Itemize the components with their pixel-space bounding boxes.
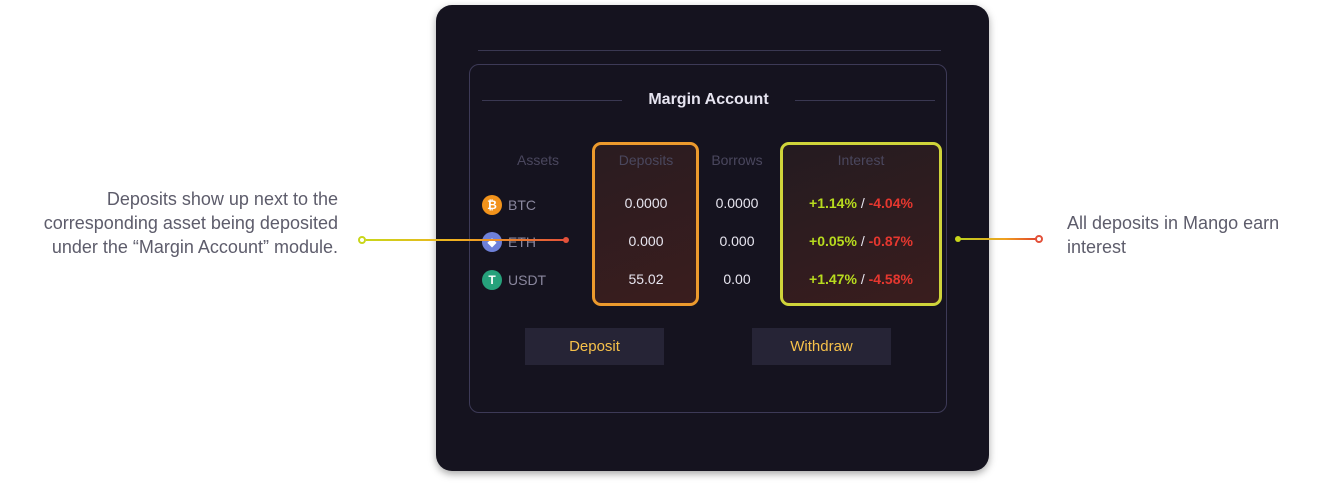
interest-separator: / <box>860 271 865 287</box>
title-rule-left <box>482 100 622 101</box>
deposit-value: 0.000 <box>628 233 664 249</box>
bitcoin-icon: ₿ <box>482 195 502 215</box>
asset-name: USDT <box>508 272 547 288</box>
column-header-interest: Interest <box>837 152 885 168</box>
asset-row-usdt: T USDT <box>482 268 546 292</box>
interest-callout-connector <box>957 238 1037 240</box>
deposit-value: 55.02 <box>628 271 664 287</box>
deposit-button[interactable]: Deposit <box>525 328 664 365</box>
interest-value: +1.14% / -4.04% <box>783 195 939 211</box>
title-rule-right <box>795 100 935 101</box>
interest-separator: / <box>860 233 865 249</box>
connector-start-dot <box>955 236 961 242</box>
interest-negative: -4.58% <box>868 271 913 287</box>
borrow-value: 0.000 <box>719 233 755 249</box>
interest-positive: +1.47% <box>809 271 857 287</box>
deposit-value: 0.0000 <box>624 195 668 211</box>
ethereum-icon: ◆ <box>482 232 502 252</box>
asset-name: ETH <box>508 234 536 250</box>
borrow-value: 0.0000 <box>715 195 759 211</box>
withdraw-button[interactable]: Withdraw <box>752 328 891 365</box>
asset-name: BTC <box>508 197 536 213</box>
deposits-callout-connector <box>366 239 566 241</box>
interest-callout-text: All deposits in Mango earn interest <box>1067 213 1280 257</box>
asset-row-btc: ₿ BTC <box>482 193 536 217</box>
connector-end-dot <box>1035 235 1043 243</box>
tutorial-slide: Deposits show up next to the correspondi… <box>0 0 1328 487</box>
interest-value: +0.05% / -0.87% <box>783 233 939 249</box>
interest-positive: +1.14% <box>809 195 857 211</box>
connector-start-dot <box>358 236 366 244</box>
interest-negative: -4.04% <box>868 195 913 211</box>
connector-end-dot <box>563 237 569 243</box>
card-divider <box>478 50 941 51</box>
column-header-deposits: Deposits <box>618 152 674 168</box>
deposits-callout-text: Deposits show up next to the correspondi… <box>43 189 338 257</box>
column-header-assets: Assets <box>516 152 559 168</box>
interest-separator: / <box>860 195 865 211</box>
interest-negative: -0.87% <box>868 233 913 249</box>
interest-positive: +0.05% <box>809 233 857 249</box>
tether-icon: T <box>482 270 502 290</box>
interest-value: +1.47% / -4.58% <box>783 271 939 287</box>
borrow-value: 0.00 <box>723 271 751 287</box>
asset-row-eth: ◆ ETH <box>482 230 536 254</box>
panel-title: Margin Account <box>648 91 769 108</box>
column-header-borrows: Borrows <box>711 152 763 168</box>
